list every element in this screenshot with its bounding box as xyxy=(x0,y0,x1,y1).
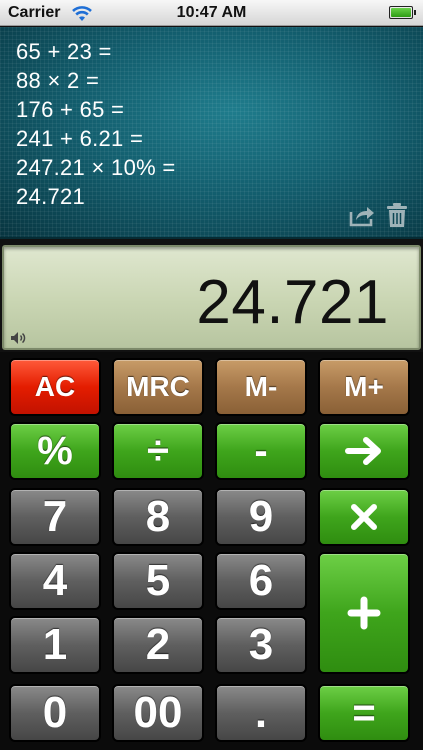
display-value: 24.721 xyxy=(196,268,389,337)
digit-8-label: 8 xyxy=(145,492,171,541)
digit-2-button[interactable]: 2 xyxy=(112,616,204,674)
status-time: 10:47 AM xyxy=(176,4,247,21)
share-icon[interactable] xyxy=(348,202,376,228)
digit-7-label: 7 xyxy=(42,492,68,541)
status-bar: Carrier 10:47 AM xyxy=(0,0,423,26)
tape-line: 24.721 xyxy=(16,184,86,209)
divide-label: ÷ xyxy=(147,428,169,473)
equals-label: = xyxy=(352,690,376,735)
digit-0-button[interactable]: 0 xyxy=(9,684,101,742)
add-button[interactable] xyxy=(318,552,410,674)
digit-5-button[interactable]: 5 xyxy=(112,552,204,610)
tape-line: 88 × 2 = xyxy=(16,68,100,93)
digit-7-button[interactable]: 7 xyxy=(9,488,101,546)
ac-button[interactable]: AC xyxy=(9,358,101,416)
tape-line: 176 + 65 = xyxy=(16,97,125,122)
mrc-button[interactable]: MRC xyxy=(112,358,204,416)
ac-label: AC xyxy=(34,371,76,402)
percent-label: % xyxy=(37,428,73,473)
digit-3-button[interactable]: 3 xyxy=(215,616,307,674)
subtract-label: - xyxy=(254,428,268,473)
memory-plus-label: M+ xyxy=(344,371,384,402)
memory-plus-button[interactable]: M+ xyxy=(318,358,410,416)
backspace-button[interactable] xyxy=(318,422,410,480)
digit-5-label: 5 xyxy=(145,556,171,605)
digit-4-label: 4 xyxy=(42,556,68,605)
keypad: AC MRC M- M+ % ÷ - 7 8 9 4 5 6 1 2 3 0 0… xyxy=(0,352,423,750)
digit-4-button[interactable]: 4 xyxy=(9,552,101,610)
digit-9-button[interactable]: 9 xyxy=(215,488,307,546)
tape-line: 65 + 23 = xyxy=(16,39,112,64)
divide-button[interactable]: ÷ xyxy=(112,422,204,480)
calculation-tape[interactable]: 65 + 23 = 88 × 2 = 176 + 65 = 241 + 6.21… xyxy=(0,27,423,239)
arrow-right-icon xyxy=(345,437,381,465)
subtract-button[interactable]: - xyxy=(215,422,307,480)
digit-1-label: 1 xyxy=(42,620,68,669)
percent-button[interactable]: % xyxy=(9,422,101,480)
tape-line: 241 + 6.21 = xyxy=(16,126,144,151)
digit-1-button[interactable]: 1 xyxy=(9,616,101,674)
multiply-icon xyxy=(351,504,377,530)
memory-minus-label: M- xyxy=(244,371,278,402)
digit-6-button[interactable]: 6 xyxy=(215,552,307,610)
battery-fill xyxy=(391,8,411,17)
result-display: 24.721 xyxy=(2,245,421,350)
double-zero-button[interactable]: 00 xyxy=(112,684,204,742)
tape-line: 247.21 × 10% = xyxy=(16,155,176,180)
digit-8-button[interactable]: 8 xyxy=(112,488,204,546)
battery-icon xyxy=(389,6,416,19)
memory-minus-button[interactable]: M- xyxy=(215,358,307,416)
mrc-label: MRC xyxy=(126,371,190,402)
tape-lines: 65 + 23 = 88 × 2 = 176 + 65 = 241 + 6.21… xyxy=(16,37,176,211)
speaker-icon[interactable] xyxy=(10,330,28,346)
digit-9-label: 9 xyxy=(248,492,274,541)
plus-icon xyxy=(347,596,381,630)
decimal-button[interactable]: . xyxy=(215,684,307,742)
double-zero-label: 00 xyxy=(133,688,183,737)
digit-3-label: 3 xyxy=(248,620,274,669)
digit-6-label: 6 xyxy=(248,556,274,605)
multiply-button[interactable] xyxy=(318,488,410,546)
digit-0-label: 0 xyxy=(42,688,68,737)
digit-2-label: 2 xyxy=(145,620,171,669)
decimal-label: . xyxy=(254,688,268,737)
equals-button[interactable]: = xyxy=(318,684,410,742)
trash-icon[interactable] xyxy=(386,202,408,228)
